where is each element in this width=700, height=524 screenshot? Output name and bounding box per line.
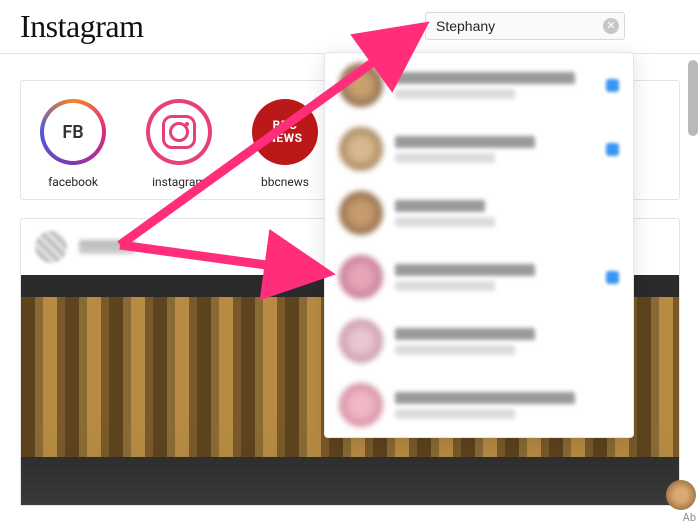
clear-search-icon[interactable]: ✕ — [603, 18, 619, 34]
search-input[interactable] — [425, 12, 625, 40]
result-username — [395, 328, 535, 340]
story-label: facebook — [48, 175, 98, 189]
story-avatar: BBC NEWS — [256, 103, 314, 161]
sidebar-avatar[interactable] — [666, 480, 696, 510]
post-author-avatar[interactable] — [35, 231, 67, 263]
result-username — [395, 72, 575, 84]
search-results-dropdown — [324, 52, 634, 438]
story-facebook[interactable]: FB facebook — [35, 99, 111, 189]
scrollbar-thumb[interactable] — [688, 60, 698, 136]
search-result[interactable] — [325, 181, 633, 245]
result-avatar — [339, 383, 383, 427]
story-instagram[interactable]: instagram — [141, 99, 217, 189]
result-text — [395, 200, 619, 227]
result-fullname — [395, 89, 515, 99]
result-fullname — [395, 409, 515, 419]
instagram-icon — [162, 115, 196, 149]
result-fullname — [395, 281, 495, 291]
result-text — [395, 72, 588, 99]
search-result[interactable] — [325, 245, 633, 309]
result-text — [395, 264, 588, 291]
result-avatar — [339, 255, 383, 299]
post-author-name[interactable] — [79, 240, 135, 254]
story-label: instagram — [152, 175, 206, 189]
verified-icon — [606, 271, 619, 284]
sidebar-text: Ab — [683, 511, 696, 524]
result-text — [395, 136, 588, 163]
search-result[interactable] — [325, 53, 633, 117]
result-avatar — [339, 127, 383, 171]
story-bbcnews[interactable]: BBC NEWS bbcnews — [247, 99, 323, 189]
story-label: bbcnews — [261, 175, 309, 189]
result-fullname — [395, 345, 515, 355]
search-result[interactable] — [325, 309, 633, 373]
verified-icon — [606, 143, 619, 156]
result-username — [395, 392, 575, 404]
story-avatar — [150, 103, 208, 161]
result-avatar — [339, 63, 383, 107]
story-ring: BBC NEWS — [252, 99, 318, 165]
result-username — [395, 264, 535, 276]
result-avatar — [339, 191, 383, 235]
result-fullname — [395, 217, 495, 227]
result-text — [395, 328, 619, 355]
result-username — [395, 136, 535, 148]
result-avatar — [339, 319, 383, 363]
story-ring: FB — [40, 99, 106, 165]
verified-icon — [606, 79, 619, 92]
story-avatar: FB — [44, 103, 102, 161]
story-ring — [146, 99, 212, 165]
search-result[interactable] — [325, 373, 633, 437]
search-container: ✕ — [425, 12, 625, 40]
top-bar: Instagram ✕ — [0, 0, 700, 54]
result-text — [395, 392, 619, 419]
search-result[interactable] — [325, 117, 633, 181]
instagram-logo[interactable]: Instagram — [20, 8, 143, 45]
result-username — [395, 200, 485, 212]
result-fullname — [395, 153, 495, 163]
